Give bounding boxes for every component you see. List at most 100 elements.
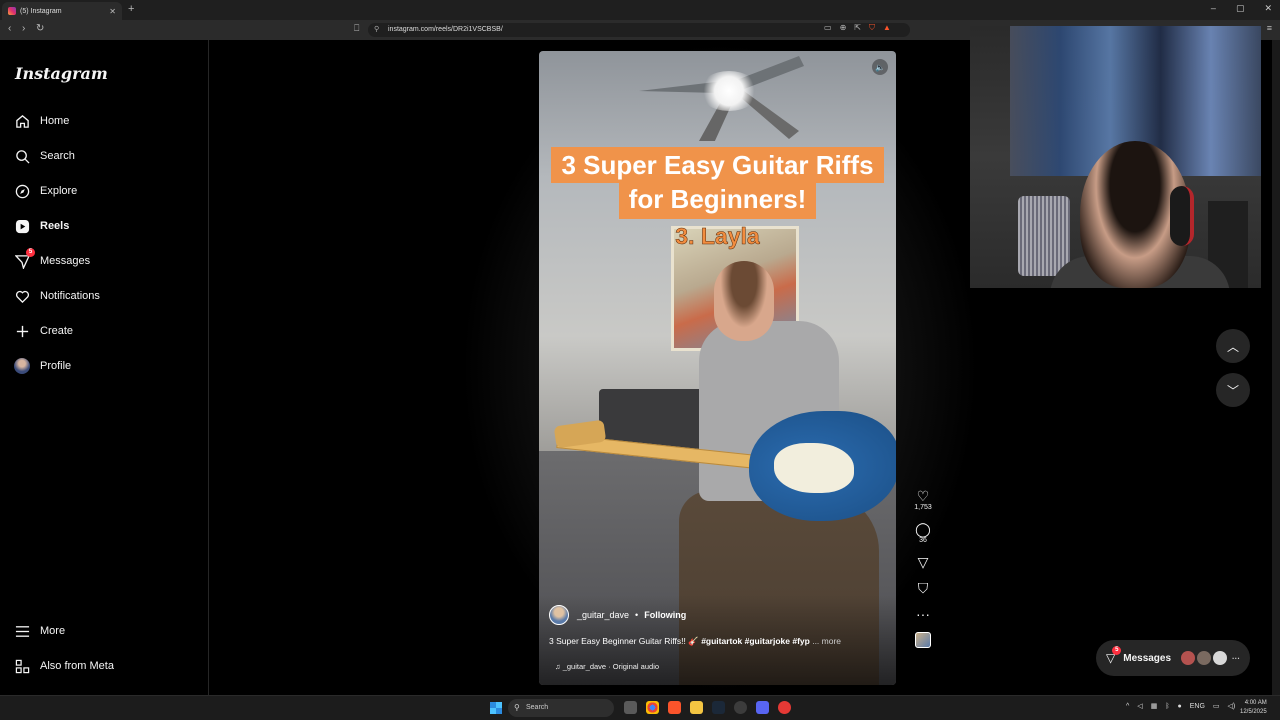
reload-icon[interactable]: ↻ [36, 23, 44, 34]
following-button[interactable]: Following [644, 610, 686, 620]
reel-audio[interactable]: ♫ _guitar_dave · Original audio [555, 662, 659, 671]
monitor-icon[interactable]: ▭ [1213, 702, 1220, 710]
instagram-favicon-icon [8, 7, 16, 15]
audio-thumb-button[interactable] [910, 632, 936, 648]
tab-close-icon[interactable]: ✕ [109, 7, 116, 16]
chevron-up-icon[interactable]: ^ [1126, 703, 1129, 710]
minimize-icon[interactable]: – [1211, 3, 1216, 14]
mute-toggle-icon[interactable]: 🔈 [872, 59, 888, 75]
sidebar-item-label: Home [40, 115, 70, 127]
browser-tab[interactable]: (5) Instagram ✕ [2, 2, 122, 20]
reel-caption: 3 Super Easy Beginner Guitar Riffs!! 🎸 #… [549, 636, 841, 647]
site-info-icon[interactable]: ⚲ [374, 23, 379, 37]
network-icon[interactable]: ▦ [1151, 702, 1158, 710]
reel-video[interactable]: 3 Super Easy Guitar Riffs for Beginners!… [539, 51, 896, 685]
discord-icon[interactable] [756, 701, 769, 714]
avatar [1197, 651, 1211, 665]
caption-more-link[interactable]: ... more [812, 636, 841, 646]
windows-taskbar: ⚲ Search ^ ◁ ▦ ᛒ ● ENG ▭ ◁) 4:00 AM 12/5… [0, 695, 1280, 720]
chrome-icon[interactable] [646, 701, 659, 714]
more-options-button[interactable]: ··· [910, 606, 936, 622]
comment-button[interactable]: ◯ 36 [910, 521, 936, 544]
sidebar-item-label: Profile [40, 360, 72, 372]
cast-icon[interactable]: ▭ [824, 23, 832, 33]
plus-icon [14, 323, 30, 339]
reel-title: 3 Super Easy Guitar Riffs for Beginners! [551, 147, 884, 219]
speaker-icon[interactable]: ◁ [1137, 702, 1142, 710]
caption-hashtags[interactable]: #guitartok #guitarjoke #fyp [701, 636, 810, 646]
reel-title-line2: for Beginners! [618, 183, 817, 219]
sidebar-item-create[interactable]: Create [14, 321, 73, 341]
share-icon[interactable]: ⇱ [854, 23, 861, 33]
ellipsis-icon: ··· [1232, 653, 1240, 663]
sidebar-item-notifications[interactable]: Notifications [14, 286, 100, 306]
sidebar-item-more[interactable]: More [14, 621, 65, 641]
page-scrollbar[interactable] [1272, 40, 1280, 695]
reels-icon [14, 218, 30, 234]
zoom-icon[interactable]: ⊕ [840, 23, 847, 33]
app-icon[interactable] [778, 701, 791, 714]
comment-count: 36 [919, 537, 927, 544]
author-username[interactable]: _guitar_dave [577, 610, 629, 620]
brave-shield-icon[interactable]: ⛉ [869, 23, 875, 33]
sidebar-item-reels[interactable]: Reels [14, 216, 69, 236]
clock-time: 4:00 AM [1244, 700, 1267, 706]
taskbar-apps [624, 701, 791, 714]
maximize-icon[interactable]: ▢ [1236, 3, 1245, 14]
send-icon: ▽ [917, 554, 929, 570]
heart-icon [14, 288, 30, 304]
meta-icon [14, 658, 30, 674]
bluetooth-icon[interactable]: ᛒ [1165, 703, 1169, 710]
sidebar-item-messages[interactable]: 5 Messages [14, 248, 90, 271]
share-button[interactable]: ▽ [910, 554, 936, 570]
forward-icon[interactable]: › [22, 23, 25, 34]
sidebar-item-also-from-meta[interactable]: Also from Meta [14, 656, 114, 676]
window-close-icon[interactable]: ✕ [1264, 3, 1272, 14]
sidebar-item-label: Also from Meta [40, 660, 114, 672]
sidebar-item-profile[interactable]: Profile [14, 356, 71, 376]
headset [1170, 186, 1194, 246]
previous-reel-button[interactable]: ︿ [1216, 329, 1250, 363]
next-reel-button[interactable]: ﹀ [1216, 373, 1250, 407]
app-icon[interactable] [734, 701, 747, 714]
audio-thumbnail [915, 632, 931, 648]
sidebar-item-label: Reels [40, 220, 70, 232]
bookmark-icon[interactable]: ⎕ [354, 23, 359, 34]
taskbar-search[interactable]: ⚲ Search [508, 699, 614, 717]
audio-label: _guitar_dave · Original audio [562, 662, 660, 671]
chevron-down-icon: ﹀ [1226, 383, 1239, 398]
windows-start-icon[interactable] [490, 702, 502, 714]
sidebar-item-explore[interactable]: Explore [14, 181, 77, 201]
avatar [14, 358, 30, 374]
guitar-pickguard [774, 443, 854, 493]
messages-avatars: ··· [1181, 651, 1240, 665]
browser-menu-icon[interactable]: ≡ [1267, 23, 1272, 33]
brave-icon[interactable] [668, 701, 681, 714]
save-button[interactable]: ⛉ [910, 580, 936, 596]
sidebar-item-home[interactable]: Home [14, 111, 69, 131]
author-avatar[interactable] [549, 605, 569, 625]
browser-tabbar: (5) Instagram ✕ + – ▢ ✕ [0, 0, 1280, 20]
like-count: 1,753 [914, 504, 932, 511]
chevron-up-icon: ︿ [1226, 339, 1239, 354]
volume-icon[interactable]: ◁) [1228, 702, 1236, 710]
person-head [714, 261, 774, 341]
back-icon[interactable]: ‹ [8, 23, 11, 34]
messages-pill[interactable]: ▽ 5 Messages ··· [1096, 640, 1250, 676]
sidebar-item-search[interactable]: Search [14, 146, 75, 166]
ellipsis-icon: ··· [916, 606, 930, 622]
language-indicator[interactable]: ENG [1190, 703, 1205, 710]
mic-icon[interactable]: ● [1178, 703, 1182, 710]
taskbar-clock[interactable]: 4:00 AM 12/5/2025 [1240, 699, 1267, 717]
brave-rewards-icon[interactable]: ▲ [883, 23, 891, 33]
new-tab-icon[interactable]: + [128, 3, 134, 15]
reel-title-line1: 3 Super Easy Guitar Riffs [551, 147, 884, 183]
file-explorer-icon[interactable] [690, 701, 703, 714]
task-view-icon[interactable] [624, 701, 637, 714]
sidebar-item-label: Search [40, 150, 75, 162]
like-button[interactable]: ♡ 1,753 [910, 488, 936, 511]
steam-icon[interactable] [712, 701, 725, 714]
instagram-logo[interactable]: Instagram [15, 64, 108, 83]
messages-badge: 5 [1112, 646, 1122, 655]
sidebar-item-label: Explore [40, 185, 78, 197]
